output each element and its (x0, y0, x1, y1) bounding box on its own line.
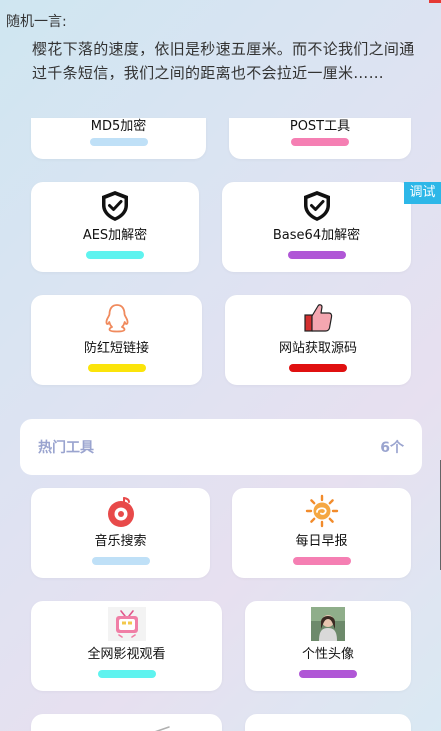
hot-card-row3-right[interactable] (245, 714, 411, 731)
quote-label: 随机一言: (6, 14, 67, 30)
hot-card-row3-left[interactable] (31, 714, 222, 731)
tool-label: 防红短链接 (83, 341, 149, 356)
tool-label: Base64加解密 (272, 228, 361, 243)
folder-icon (313, 725, 341, 731)
tool-bar (97, 670, 156, 678)
tool-bar (287, 251, 346, 259)
section-title: 热门工具 (38, 440, 94, 456)
corner-mark (429, 0, 441, 3)
tool-label: AES加解密 (82, 228, 148, 243)
tool-card-md5[interactable]: MD5加密 (31, 118, 206, 159)
tool-bar (289, 364, 347, 372)
tool-bar (86, 251, 144, 259)
music-disc-icon (105, 496, 137, 532)
tool-bar (91, 557, 150, 565)
tool-card-aes[interactable]: AES加解密 (31, 182, 199, 272)
tool-bar (87, 364, 146, 372)
send-icon (141, 722, 171, 731)
quote-text: 樱花下落的速度，依旧是秒速五厘米。而不论我们之间通过千条短信，我们之间的距离也不… (32, 40, 415, 82)
qq-penguin-icon (104, 303, 130, 337)
tool-card-post[interactable]: POST工具 (229, 118, 411, 159)
debug-button[interactable]: 调试 (404, 182, 441, 204)
hot-card-daily-news[interactable]: 每日早报 (232, 488, 411, 578)
hot-card-video[interactable]: 全网影视观看 (31, 601, 222, 691)
thumbs-up-icon (303, 301, 333, 337)
tool-card-short-link[interactable]: 防红短链接 (31, 295, 202, 385)
random-quote: 随机一言: 樱花下落的速度，依旧是秒速五厘米。而不论我们之间通过千条短信，我们之… (0, 0, 441, 112)
tool-bar (299, 670, 357, 678)
hot-card-avatar[interactable]: 个性头像 (245, 601, 411, 691)
tool-label: MD5加密 (90, 119, 147, 134)
sun-icon (305, 494, 339, 532)
tool-label: 网站获取源码 (278, 341, 357, 356)
hot-card-music-search[interactable]: 音乐搜索 (31, 488, 210, 578)
avatar-photo-icon (311, 607, 345, 645)
hot-tools-header: 热门工具 6个 (20, 419, 422, 475)
tool-bar (89, 138, 148, 146)
tool-label: 音乐搜索 (94, 534, 147, 549)
tool-label: 个性头像 (301, 647, 354, 662)
tool-bar (291, 138, 349, 146)
tool-card-base64[interactable]: Base64加解密 (222, 182, 411, 272)
tv-icon (107, 607, 146, 645)
tool-label: POST工具 (289, 119, 351, 134)
tool-bar (292, 557, 351, 565)
section-count: 6个 (380, 440, 404, 456)
tool-label: 全网影视观看 (87, 647, 166, 662)
tool-label: 每日早报 (295, 534, 348, 549)
tool-card-site-source[interactable]: 网站获取源码 (225, 295, 411, 385)
shield-check-icon (100, 190, 130, 226)
shield-check-icon (302, 190, 332, 226)
